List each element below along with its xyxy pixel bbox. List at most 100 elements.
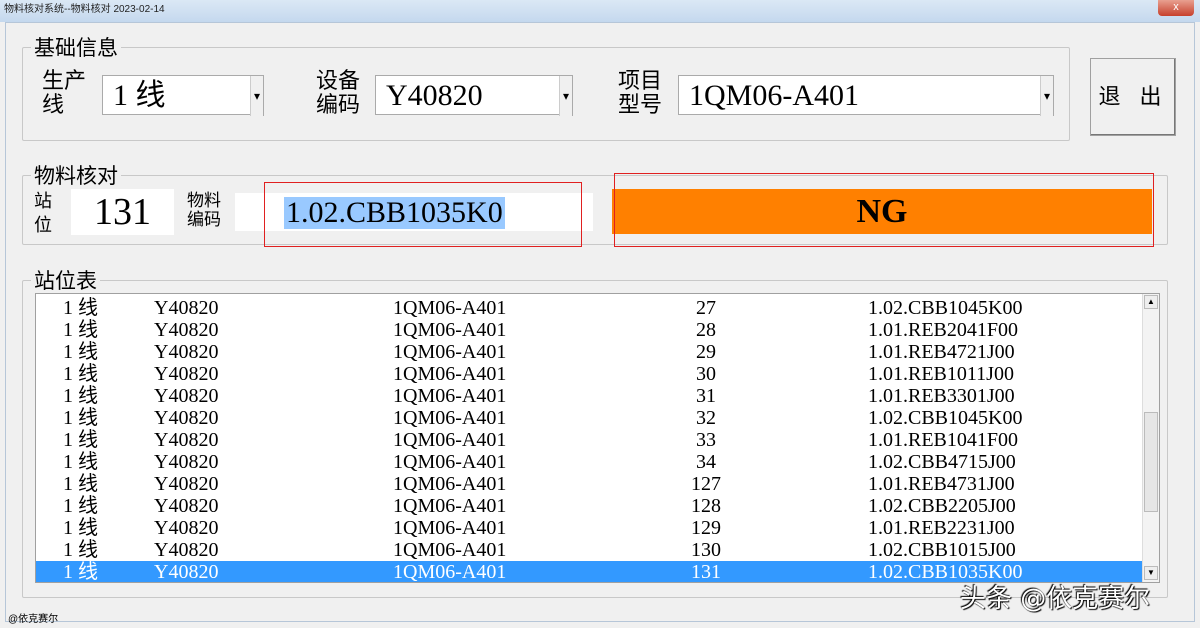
material-cell: 1.01.REB1011J00 bbox=[868, 363, 1014, 385]
project-value: 1QM06-A401 bbox=[689, 79, 859, 112]
watermark: 头条 @依克赛尔 bbox=[960, 578, 1150, 615]
device-cell: Y40820 bbox=[154, 297, 218, 319]
station-table-label: 站位表 bbox=[31, 265, 100, 295]
table-row[interactable]: 1 线Y408201QM06-A401331.01.REB1041F00 bbox=[36, 429, 1142, 451]
highlight-box bbox=[264, 182, 582, 247]
device-cell: Y40820 bbox=[154, 495, 218, 517]
highlight-box bbox=[614, 173, 1154, 247]
line-cell: 1 线 bbox=[63, 561, 98, 583]
chevron-down-icon[interactable]: ▾ bbox=[250, 76, 264, 116]
material-cell: 1.01.REB1041F00 bbox=[868, 429, 1018, 451]
device-cell: Y40820 bbox=[154, 517, 218, 539]
scroll-up-icon[interactable]: ▲ bbox=[1144, 295, 1158, 309]
line-value: 1 线 bbox=[113, 79, 166, 112]
table-row[interactable]: 1 线Y408201QM06-A401291.01.REB4721J00 bbox=[36, 341, 1142, 363]
station-cell: 27 bbox=[686, 297, 726, 319]
station-list[interactable]: ▲▼ 1 线Y408201QM06-A401271.02.CBB1045K001… bbox=[35, 293, 1160, 583]
line-cell: 1 线 bbox=[63, 297, 98, 319]
project-cell: 1QM06-A401 bbox=[393, 363, 506, 385]
exit-button[interactable]: 退 出 bbox=[1090, 58, 1176, 136]
project-cell: 1QM06-A401 bbox=[393, 517, 506, 539]
chevron-down-icon[interactable]: ▾ bbox=[559, 76, 573, 116]
table-row[interactable]: 1 线 Y40820 1QM06-A401 129 1.01.REB2231J00 bbox=[36, 517, 1142, 539]
project-cell: 1QM06-A401 bbox=[393, 407, 506, 429]
station-cell: 29 bbox=[686, 341, 726, 363]
status-text: @依克赛尔 bbox=[8, 610, 58, 625]
table-row[interactable]: 1 线Y408201QM06-A401271.02.CBB1045K00 bbox=[36, 297, 1142, 319]
station-cell: 127 bbox=[686, 473, 726, 495]
device-cell: Y40820 bbox=[154, 451, 218, 473]
device-label: 设备编码 bbox=[316, 70, 368, 118]
project-cell: 1QM06-A401 bbox=[393, 561, 506, 583]
material-cell: 1.01.REB2041F00 bbox=[868, 319, 1018, 341]
project-cell: 1QM06-A401 bbox=[393, 473, 506, 495]
table-row[interactable]: 1 线 Y40820 1QM06-A401 34 1.02.CBB4715J00 bbox=[36, 451, 1142, 473]
title-bar: 物料核对系统--物料核对 2023-02-14 x bbox=[0, 0, 1200, 22]
station-cell: 34 bbox=[686, 451, 726, 473]
station-cell: 129 bbox=[686, 517, 726, 539]
device-cell: Y40820 bbox=[154, 429, 218, 451]
table-row[interactable]: 1 线 Y40820 1QM06-A401 128 1.02.CBB2205J00 bbox=[36, 495, 1142, 517]
device-value: Y40820 bbox=[386, 79, 483, 112]
project-cell: 1QM06-A401 bbox=[393, 341, 506, 363]
line-cell: 1 线 bbox=[63, 495, 98, 517]
station-cell: 30 bbox=[686, 363, 726, 385]
material-check-label: 物料核对 bbox=[31, 160, 121, 190]
material-cell: 1.02.CBB4715J00 bbox=[868, 451, 1016, 473]
station-cell: 130 bbox=[686, 539, 726, 561]
station-cell: 32 bbox=[686, 407, 726, 429]
material-cell: 1.02.CBB2205J00 bbox=[868, 495, 1016, 517]
device-cell: Y40820 bbox=[154, 319, 218, 341]
device-cell: Y40820 bbox=[154, 407, 218, 429]
station-cell: 33 bbox=[686, 429, 726, 451]
project-label: 项目型号 bbox=[618, 70, 670, 118]
line-select[interactable]: 1 线 ▾ bbox=[102, 75, 264, 115]
project-cell: 1QM06-A401 bbox=[393, 495, 506, 517]
table-row[interactable]: 1 线Y408201QM06-A401321.02.CBB1045K00 bbox=[36, 407, 1142, 429]
material-cell: 1.02.CBB1045K00 bbox=[868, 407, 1022, 429]
table-row[interactable]: 1 线 Y40820 1QM06-A401 30 1.01.REB1011J00 bbox=[36, 363, 1142, 385]
station-cell: 31 bbox=[686, 385, 726, 407]
line-cell: 1 线 bbox=[63, 451, 98, 473]
project-cell: 1QM06-A401 bbox=[393, 297, 506, 319]
table-row[interactable]: 1 线 Y40820 1QM06-A401 127 1.01.REB4731J00 bbox=[36, 473, 1142, 495]
device-cell: Y40820 bbox=[154, 341, 218, 363]
chevron-down-icon[interactable]: ▾ bbox=[1040, 76, 1054, 116]
project-cell: 1QM06-A401 bbox=[393, 319, 506, 341]
device-cell: Y40820 bbox=[154, 539, 218, 561]
project-cell: 1QM06-A401 bbox=[393, 539, 506, 561]
project-cell: 1QM06-A401 bbox=[393, 385, 506, 407]
table-row[interactable]: 1 线Y408201QM06-A4011301.02.CBB1015J00 bbox=[36, 539, 1142, 561]
line-label: 生产线 bbox=[42, 70, 98, 118]
station-value: 131 bbox=[71, 189, 174, 235]
line-cell: 1 线 bbox=[63, 429, 98, 451]
line-cell: 1 线 bbox=[63, 473, 98, 495]
close-button[interactable]: x bbox=[1158, 0, 1194, 16]
station-cell: 28 bbox=[686, 319, 726, 341]
material-cell: 1.01.REB4731J00 bbox=[868, 473, 1015, 495]
table-row[interactable]: 1 线 Y40820 1QM06-A401 28 1.01.REB2041F00 bbox=[36, 319, 1142, 341]
material-cell: 1.01.REB2231J00 bbox=[868, 517, 1015, 539]
line-cell: 1 线 bbox=[63, 385, 98, 407]
scrollbar[interactable]: ▲▼ bbox=[1142, 294, 1159, 582]
device-cell: Y40820 bbox=[154, 363, 218, 385]
device-select[interactable]: Y40820 ▾ bbox=[375, 75, 573, 115]
line-cell: 1 线 bbox=[63, 319, 98, 341]
project-cell: 1QM06-A401 bbox=[393, 451, 506, 473]
device-cell: Y40820 bbox=[154, 561, 218, 583]
station-cell: 131 bbox=[686, 561, 726, 583]
window-title: 物料核对系统--物料核对 2023-02-14 bbox=[4, 4, 165, 15]
line-cell: 1 线 bbox=[63, 363, 98, 385]
table-row[interactable]: 1 线Y408201QM06-A401311.01.REB3301J00 bbox=[36, 385, 1142, 407]
material-label: 物料编码 bbox=[187, 192, 227, 230]
line-cell: 1 线 bbox=[63, 517, 98, 539]
device-cell: Y40820 bbox=[154, 473, 218, 495]
station-cell: 128 bbox=[686, 495, 726, 517]
line-cell: 1 线 bbox=[63, 341, 98, 363]
station-label: 站位 bbox=[34, 190, 56, 238]
project-select[interactable]: 1QM06-A401 ▾ bbox=[678, 75, 1054, 115]
material-cell: 1.01.REB3301J00 bbox=[868, 385, 1015, 407]
material-cell: 1.02.CBB1015J00 bbox=[868, 539, 1016, 561]
scrollbar-thumb[interactable] bbox=[1144, 412, 1158, 512]
basic-info-label: 基础信息 bbox=[31, 32, 121, 62]
